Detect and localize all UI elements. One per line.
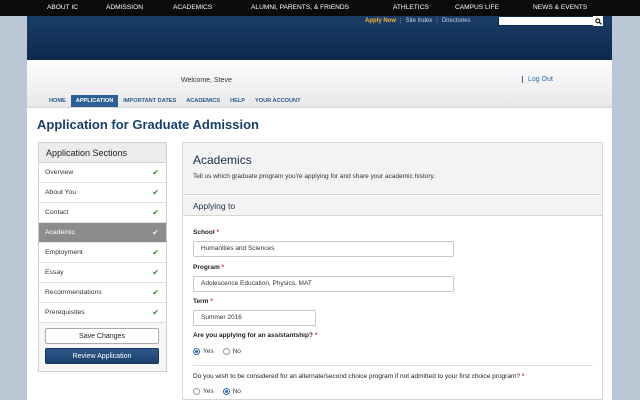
sidebar-item-essay[interactable]: Essay ✔ (39, 263, 166, 283)
sidebar-item-label: Essay (45, 269, 64, 276)
sidebar-item-overview[interactable]: Overview ✔ (39, 163, 166, 183)
assistantship-radio-group: Yes No (193, 348, 250, 355)
assistantship-question-text: Are you applying for an assistantship? (193, 332, 313, 339)
checkmark-icon: ✔ (152, 308, 159, 317)
checkmark-icon: ✔ (152, 168, 159, 177)
panel-header (183, 143, 602, 195)
topnav-athletics[interactable]: Athletics (393, 4, 429, 11)
sidebar-item-label: Recommendations (45, 289, 102, 296)
radio-selected[interactable] (222, 388, 230, 395)
tab-academics[interactable]: Academics (181, 95, 225, 107)
tab-help[interactable]: Help (225, 95, 250, 107)
alternate-program-question: Do you wish to be considered for an alte… (193, 373, 524, 380)
sidebar-item-contact[interactable]: Contact ✔ (39, 203, 166, 223)
school-label-text: School (193, 229, 215, 236)
section-header (183, 196, 602, 216)
search-input[interactable] (498, 16, 602, 26)
checkmark-icon: ✔ (152, 248, 159, 257)
tab-home[interactable]: Home (44, 95, 71, 107)
checkmark-icon: ✔ (152, 268, 159, 277)
term-label: Term * (193, 298, 213, 305)
topnav-admission[interactable]: Admission (106, 4, 143, 11)
divider (193, 365, 593, 366)
school-label: School * (193, 229, 219, 236)
sub-navigation: Home Application Important Dates Academi… (44, 95, 306, 107)
assistantship-yes-option[interactable]: Yes (193, 348, 214, 355)
alternate-radio-group: Yes No (193, 388, 250, 395)
directories-link[interactable]: Directories (442, 18, 471, 24)
topnav-campus-life[interactable]: Campus Life (455, 4, 499, 11)
checkmark-icon: ✔ (152, 208, 159, 217)
radio-unselected[interactable] (193, 388, 200, 395)
topnav-alumni[interactable]: Alumni, Parents, & Friends (251, 4, 349, 11)
search-button[interactable] (593, 16, 603, 26)
checkmark-icon: ✔ (152, 288, 159, 297)
program-select[interactable]: Adolescence Education, Physics, MAT (193, 276, 454, 292)
divider: | (436, 18, 438, 24)
sidebar-item-academic[interactable]: Academic ✔ (39, 223, 166, 243)
checkmark-icon: ✔ (152, 228, 159, 237)
program-label: Program * (193, 264, 224, 271)
tab-your-account[interactable]: Your Account (250, 95, 305, 107)
radio-label: Yes (203, 348, 214, 355)
radio-label: Yes (203, 388, 214, 395)
section-title: Applying to (193, 201, 236, 211)
required-marker: * (221, 264, 225, 271)
sidebar-item-recommendations[interactable]: Recommendations ✔ (39, 283, 166, 303)
radio-label: No (232, 348, 241, 355)
sidebar-title: Application Sections (39, 143, 166, 163)
checkmark-icon: ✔ (152, 188, 159, 197)
sidebar-item-label: About You (45, 189, 76, 196)
radio-selected[interactable] (193, 348, 200, 355)
topnav-news-events[interactable]: News & Events (533, 4, 587, 11)
sidebar-item-prerequisites[interactable]: Prerequisites ✔ (39, 303, 166, 323)
review-application-button[interactable]: Review Application (45, 348, 159, 364)
top-navigation: About IC Admission Academics Alumni, Par… (0, 0, 640, 16)
sidebar-item-label: Overview (45, 169, 74, 176)
tab-application[interactable]: Application (70, 95, 119, 107)
save-changes-button[interactable]: Save Changes (45, 328, 159, 344)
sidebar-item-label: Contact (45, 209, 69, 216)
utility-links: Apply Now | Site Index | Directories (365, 18, 471, 24)
panel-title: Academics (193, 153, 252, 167)
panel-description: Tell us which graduate program you're ap… (193, 173, 436, 180)
radio-unselected[interactable] (222, 348, 230, 355)
logout-link[interactable]: Log Out (522, 76, 553, 83)
school-select[interactable]: Humanities and Sciences (193, 241, 454, 257)
alternate-yes-option[interactable]: Yes (193, 388, 214, 395)
alternate-no-option[interactable]: No (222, 388, 241, 395)
required-marker: * (521, 373, 525, 380)
sidebar-item-label: Prerequisites (45, 309, 85, 316)
sidebar-item-label: Academic (45, 229, 75, 236)
term-label-text: Term (193, 298, 209, 305)
application-sections-sidebar: Application Sections Overview ✔ About Yo… (38, 142, 167, 372)
welcome-message: Welcome, Steve (181, 77, 232, 84)
radio-label: No (232, 388, 241, 395)
required-marker: * (216, 229, 220, 236)
search-icon (594, 17, 602, 25)
assistantship-question: Are you applying for an assistantship? * (193, 332, 317, 339)
assistantship-no-option[interactable]: No (222, 348, 241, 355)
alternate-question-text: Do you wish to be considered for an alte… (193, 373, 520, 380)
apply-now-link[interactable]: Apply Now (365, 18, 396, 24)
program-label-text: Program (193, 264, 220, 271)
required-marker: * (314, 332, 318, 339)
site-index-link[interactable]: Site Index (406, 18, 433, 24)
term-select[interactable]: Summer 2016 (193, 310, 316, 326)
divider: | (400, 18, 402, 24)
required-marker: * (210, 298, 213, 305)
sidebar-item-employment[interactable]: Employment ✔ (39, 243, 166, 263)
sidebar-item-about-you[interactable]: About You ✔ (39, 183, 166, 203)
tab-important-dates[interactable]: Important Dates (118, 95, 181, 107)
academics-panel: Academics Tell us which graduate program… (182, 142, 603, 400)
topnav-academics[interactable]: Academics (173, 4, 212, 11)
sidebar-item-label: Employment (45, 249, 83, 256)
topnav-about[interactable]: About IC (47, 4, 78, 11)
page-title: Application for Graduate Admission (37, 117, 259, 132)
